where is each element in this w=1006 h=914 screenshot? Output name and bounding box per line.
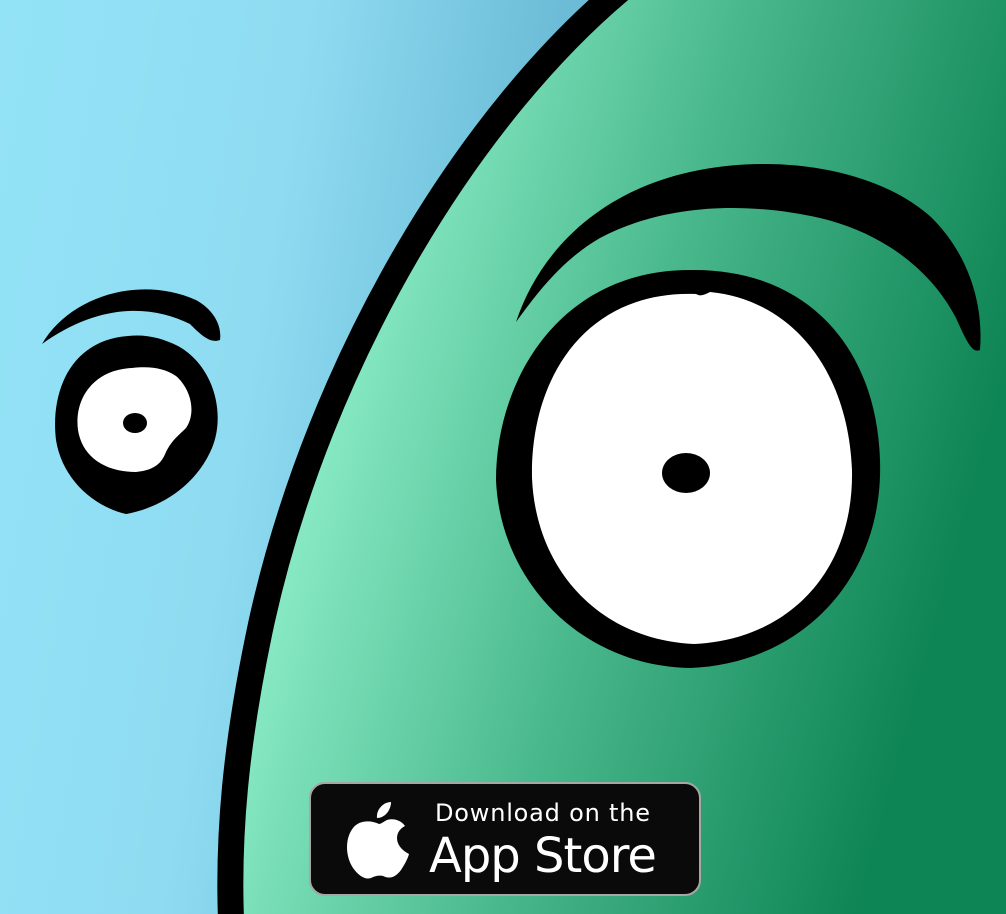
apple-logo-icon (347, 802, 409, 879)
app-store-badge-button[interactable]: Download on the App Store (309, 782, 701, 896)
badge-line-1: Download on the (435, 799, 651, 827)
cartoon-illustration (0, 0, 1006, 914)
badge-line-2: App Store (429, 828, 657, 884)
eye-icon (496, 269, 881, 668)
